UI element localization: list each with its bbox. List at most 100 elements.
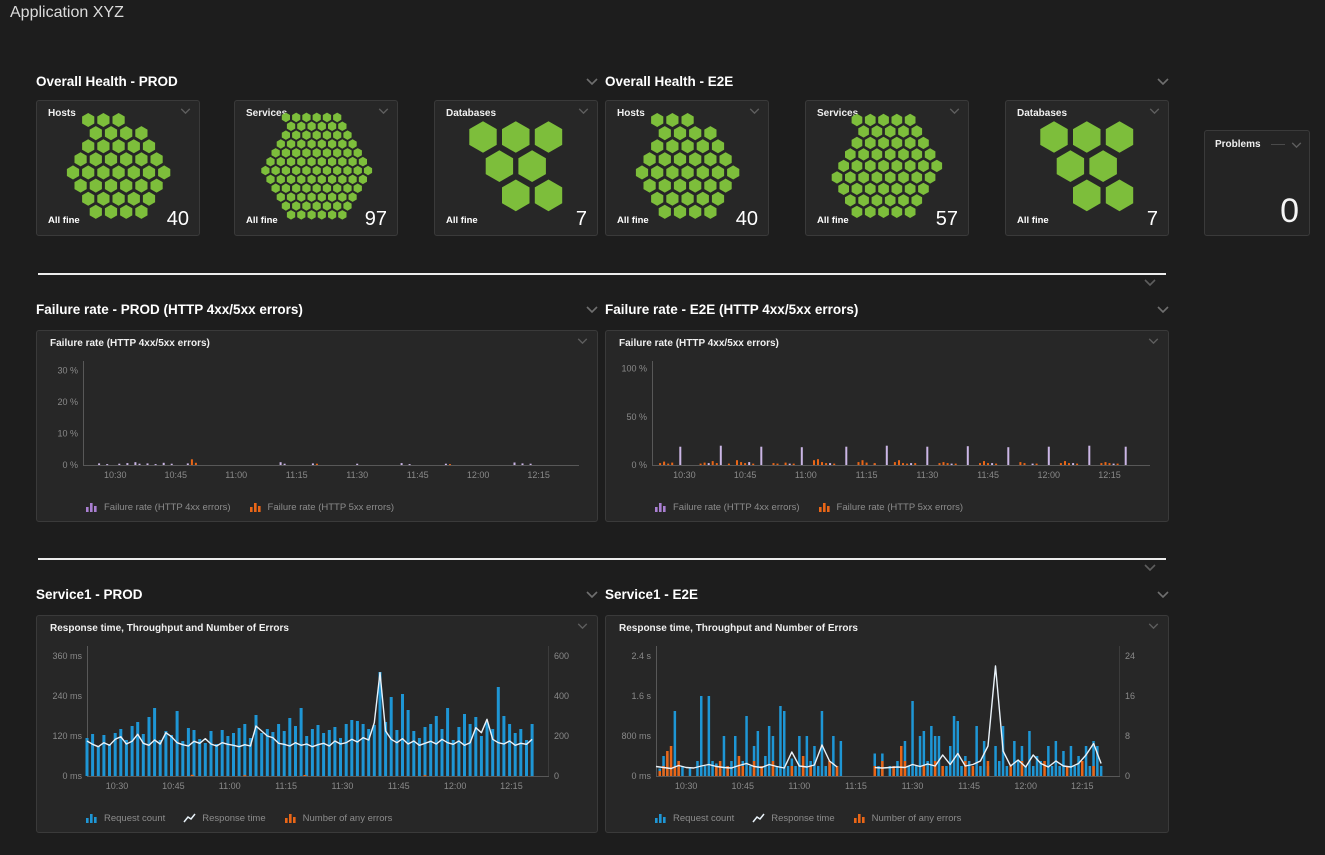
tile-count: 57 bbox=[936, 208, 958, 231]
honeycomb-databases-e2e bbox=[1012, 117, 1162, 215]
chevron-down-icon[interactable] bbox=[378, 108, 389, 114]
chevron-down-icon[interactable] bbox=[180, 108, 191, 114]
svg-text:11:30: 11:30 bbox=[331, 781, 353, 791]
legend-item[interactable]: Failure rate (HTTP 4xx errors) bbox=[654, 502, 800, 513]
tile-status: All fine bbox=[48, 215, 80, 226]
svg-text:0 ms: 0 ms bbox=[62, 771, 82, 781]
svg-text:12:00: 12:00 bbox=[1014, 781, 1037, 791]
health-tile-hosts-e2e[interactable]: Hosts All fine 40 bbox=[605, 100, 769, 236]
svg-text:11:45: 11:45 bbox=[388, 781, 410, 791]
health-tile-services-e2e[interactable]: Services All fine 57 bbox=[805, 100, 969, 236]
svg-text:12:00: 12:00 bbox=[1038, 470, 1061, 480]
health-tile-databases-prod[interactable]: Databases All fine 7 bbox=[434, 100, 598, 236]
chevron-down-icon[interactable] bbox=[1148, 623, 1159, 629]
bar-series-icon bbox=[85, 813, 98, 824]
service-prod-chart[interactable]: 0 ms120 ms240 ms360 ms020040060010:3010:… bbox=[43, 638, 591, 794]
chart-title: Response time, Throughput and Number of … bbox=[50, 623, 289, 634]
svg-text:10:30: 10:30 bbox=[104, 470, 127, 480]
bar-series-icon bbox=[818, 502, 831, 513]
chevron-down-icon[interactable] bbox=[1144, 279, 1156, 286]
section-header-failure-e2e: Failure rate - E2E (HTTP 4xx/5xx errors) bbox=[605, 300, 1169, 318]
chevron-down-icon[interactable] bbox=[1157, 78, 1169, 85]
section-divider bbox=[38, 558, 1166, 560]
tile-count: 7 bbox=[576, 208, 587, 231]
tile-count: 40 bbox=[167, 208, 189, 231]
bar-series-icon bbox=[654, 813, 667, 824]
svg-text:10:45: 10:45 bbox=[731, 781, 754, 791]
problems-sparkline-placeholder bbox=[1271, 144, 1285, 145]
health-tile-services-prod[interactable]: Services All fine 97 bbox=[234, 100, 398, 236]
svg-text:30 %: 30 % bbox=[57, 365, 78, 375]
svg-text:11:15: 11:15 bbox=[275, 781, 297, 791]
chevron-down-icon[interactable] bbox=[1291, 142, 1302, 148]
chevron-down-icon[interactable] bbox=[1157, 591, 1169, 598]
svg-text:2.4 s: 2.4 s bbox=[631, 651, 651, 661]
svg-text:12:00: 12:00 bbox=[444, 781, 467, 791]
chart-legend: Failure rate (HTTP 4xx errors) Failure ra… bbox=[654, 502, 963, 513]
legend-item[interactable]: Request count bbox=[654, 813, 734, 824]
section-title: Overall Health - PROD bbox=[36, 74, 178, 89]
section-divider bbox=[38, 273, 1166, 275]
chevron-down-icon[interactable] bbox=[949, 108, 960, 114]
legend-item[interactable]: Response time bbox=[183, 813, 265, 824]
bar-series-icon bbox=[85, 502, 98, 513]
svg-text:11:45: 11:45 bbox=[977, 470, 999, 480]
section-header-service-prod: Service1 - PROD bbox=[36, 585, 598, 603]
section-header-failure-prod: Failure rate - PROD (HTTP 4xx/5xx errors… bbox=[36, 300, 598, 318]
legend-item[interactable]: Response time bbox=[752, 813, 834, 824]
legend-item[interactable]: Number of any errors bbox=[853, 813, 962, 824]
chevron-down-icon[interactable] bbox=[586, 591, 598, 598]
chart-title: Failure rate (HTTP 4xx/5xx errors) bbox=[619, 338, 779, 349]
chevron-down-icon[interactable] bbox=[577, 623, 588, 629]
chevron-down-icon[interactable] bbox=[749, 108, 760, 114]
legend-item[interactable]: Request count bbox=[85, 813, 165, 824]
section-title: Overall Health - E2E bbox=[605, 74, 733, 89]
tile-status: All fine bbox=[617, 215, 649, 226]
svg-text:100 %: 100 % bbox=[621, 364, 647, 374]
health-tile-hosts-prod[interactable]: Hosts All fine 40 bbox=[36, 100, 200, 236]
health-tile-databases-e2e[interactable]: Databases All fine 7 bbox=[1005, 100, 1169, 236]
service-e2e-chart[interactable]: 0 ms800 ms1.6 s2.4 s08162410:3010:4511:0… bbox=[612, 638, 1162, 794]
failure-rate-prod-chart[interactable]: 0 %10 %20 %30 %10:3010:4511:0011:1511:30… bbox=[43, 353, 591, 483]
chevron-down-icon[interactable] bbox=[578, 108, 589, 114]
section-header-overall-prod: Overall Health - PROD bbox=[36, 72, 598, 90]
honeycomb-hosts-prod bbox=[43, 117, 193, 215]
tile-count: 97 bbox=[365, 208, 387, 231]
chart-title: Failure rate (HTTP 4xx/5xx errors) bbox=[50, 338, 210, 349]
svg-text:11:00: 11:00 bbox=[219, 781, 241, 791]
failure-rate-e2e-chart[interactable]: 0 %50 %100 %10:3010:4511:0011:1511:3011:… bbox=[612, 353, 1162, 483]
section-header-service-e2e: Service1 - E2E bbox=[605, 585, 1169, 603]
svg-text:24: 24 bbox=[1125, 651, 1135, 661]
svg-text:0 %: 0 % bbox=[631, 460, 647, 470]
bar-series-icon bbox=[853, 813, 866, 824]
problems-tile[interactable]: Problems 0 bbox=[1204, 130, 1310, 236]
legend-item[interactable]: Failure rate (HTTP 4xx errors) bbox=[85, 502, 231, 513]
chevron-down-icon[interactable] bbox=[1157, 306, 1169, 313]
section-title: Failure rate - PROD (HTTP 4xx/5xx errors… bbox=[36, 302, 303, 317]
bar-series-icon bbox=[249, 502, 262, 513]
svg-text:16: 16 bbox=[1125, 691, 1135, 701]
legend-item[interactable]: Failure rate (HTTP 5xx errors) bbox=[249, 502, 395, 513]
svg-text:10:30: 10:30 bbox=[106, 781, 129, 791]
chevron-down-icon[interactable] bbox=[586, 78, 598, 85]
legend-item[interactable]: Failure rate (HTTP 5xx errors) bbox=[818, 502, 964, 513]
svg-text:12:15: 12:15 bbox=[500, 781, 523, 791]
svg-text:200: 200 bbox=[554, 731, 569, 741]
chevron-down-icon[interactable] bbox=[586, 306, 598, 313]
chart-legend: Request count Response time Number of any … bbox=[85, 813, 392, 824]
svg-text:10:30: 10:30 bbox=[675, 781, 698, 791]
svg-text:11:45: 11:45 bbox=[958, 781, 980, 791]
chevron-down-icon[interactable] bbox=[577, 338, 588, 344]
chevron-down-icon[interactable] bbox=[1149, 108, 1160, 114]
bar-series-icon bbox=[284, 813, 297, 824]
tile-count: 7 bbox=[1147, 208, 1158, 231]
svg-text:11:30: 11:30 bbox=[916, 470, 938, 480]
svg-text:8: 8 bbox=[1125, 731, 1130, 741]
legend-item[interactable]: Number of any errors bbox=[284, 813, 393, 824]
svg-text:12:15: 12:15 bbox=[527, 470, 550, 480]
chevron-down-icon[interactable] bbox=[1144, 564, 1156, 571]
chevron-down-icon[interactable] bbox=[1148, 338, 1159, 344]
svg-text:1.6 s: 1.6 s bbox=[631, 691, 651, 701]
svg-text:11:15: 11:15 bbox=[286, 470, 308, 480]
svg-text:11:00: 11:00 bbox=[788, 781, 810, 791]
